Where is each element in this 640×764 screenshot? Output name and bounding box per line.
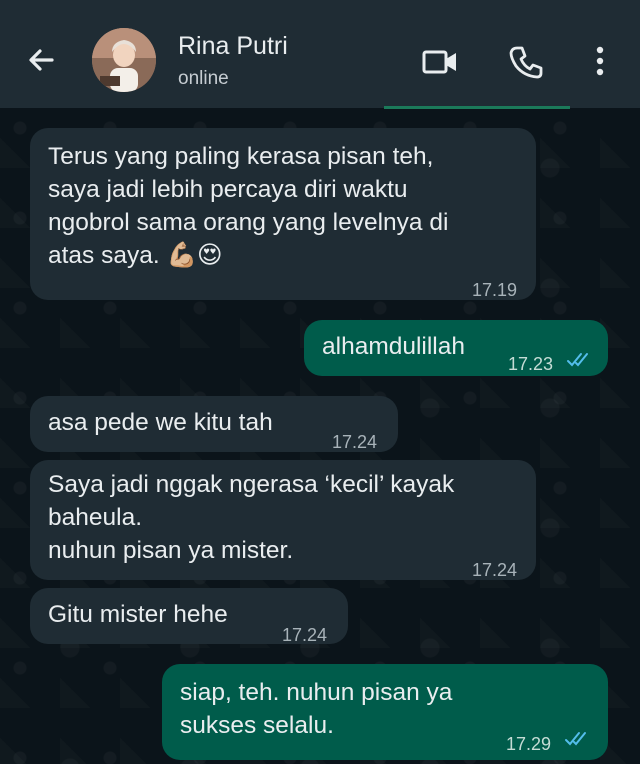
message-text: alhamdulillah [322, 333, 466, 360]
message-time: 17.24 [332, 432, 378, 452]
message-time: 17.24 [282, 625, 328, 645]
message-text: Terus yang paling kerasa pisan teh, saya… [48, 143, 449, 269]
double-check-icon [565, 732, 586, 746]
avatar-image [92, 28, 156, 92]
contact-status: online [178, 68, 229, 89]
message-time: 17.19 [472, 280, 518, 300]
message-bubble-incoming[interactable]: Saya jadi nggak ngerasa ‘kecil’ kayak ba… [30, 460, 536, 580]
previous-message-edge [384, 106, 570, 109]
phone-icon [509, 46, 543, 79]
message-time: 17.23 [508, 354, 554, 374]
back-button[interactable] [22, 40, 62, 80]
double-check-icon [567, 353, 588, 367]
message-bubble-incoming[interactable]: Terus yang paling kerasa pisan teh, saya… [30, 128, 536, 300]
message-bubble-outgoing[interactable]: alhamdulillah 17.23 [304, 320, 608, 376]
message-time: 17.24 [472, 560, 518, 580]
message-bubble-incoming[interactable]: asa pede we kitu tah 17.24 [30, 396, 398, 452]
arrow-left-icon [29, 49, 54, 71]
message-bubble-incoming[interactable]: Gitu mister hehe 17.24 [30, 588, 348, 645]
chat-header: Rina Putri online [0, 0, 640, 108]
voice-call-button[interactable] [506, 42, 546, 82]
avatar[interactable] [92, 28, 156, 92]
message-time: 17.29 [506, 734, 552, 754]
video-call-icon [422, 50, 456, 74]
video-call-button[interactable] [420, 42, 460, 82]
message-text: Saya jadi nggak ngerasa ‘kecil’ kayak ba… [48, 471, 455, 564]
message-text: siap, teh. nuhun pisan ya sukses selalu. [180, 679, 453, 739]
more-vertical-icon [596, 46, 604, 76]
more-options-button[interactable] [582, 42, 622, 82]
contact-name[interactable]: Rina Putri [178, 32, 288, 61]
message-text: Gitu mister hehe [48, 601, 228, 628]
message-text: asa pede we kitu tah [48, 409, 273, 436]
message-bubble-outgoing[interactable]: siap, teh. nuhun pisan ya sukses selalu.… [162, 664, 608, 760]
